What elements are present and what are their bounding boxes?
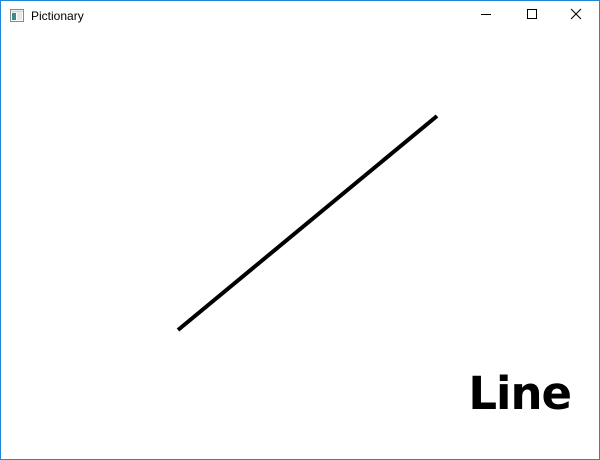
drawing-canvas[interactable]: Line — [1, 31, 599, 459]
guess-label: Line — [468, 367, 572, 420]
minimize-button[interactable] — [463, 1, 509, 31]
title-bar[interactable]: Pictionary — [1, 1, 599, 31]
close-icon — [570, 7, 582, 25]
drawn-line-stroke — [176, 114, 439, 332]
minimize-icon — [480, 7, 492, 25]
app-icon — [10, 9, 24, 22]
maximize-icon — [526, 7, 538, 25]
close-button[interactable] — [553, 1, 599, 31]
app-window: Pictionary Line — [0, 0, 600, 460]
maximize-button[interactable] — [509, 1, 555, 31]
window-title: Pictionary — [31, 9, 84, 23]
